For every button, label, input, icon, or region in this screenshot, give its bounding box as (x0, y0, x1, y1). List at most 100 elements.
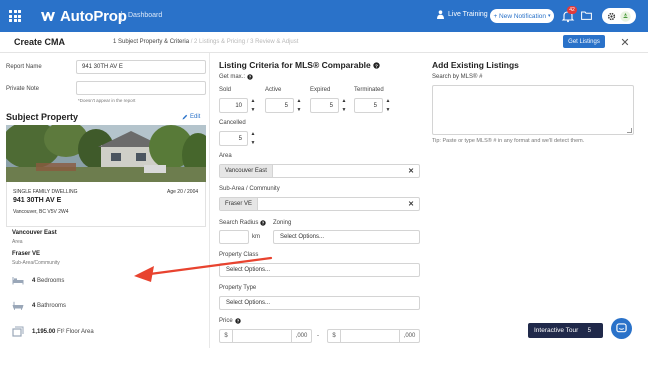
chevron-up-icon[interactable]: ▲ (342, 98, 347, 104)
interactive-tour-label: Interactive Tour (534, 327, 579, 334)
chevron-down-icon[interactable]: ▼ (386, 107, 391, 113)
property-type: SINGLE FAMILY DWELLING (13, 189, 78, 195)
new-notification-button[interactable]: + New Notification ▾ (490, 9, 554, 23)
terminated-stepper[interactable]: 5 (354, 98, 383, 113)
logo-mark-icon (41, 12, 55, 21)
property-class-select[interactable]: Select Options... (219, 263, 420, 277)
chevron-up-icon[interactable]: ▲ (251, 131, 256, 137)
step-subject-property[interactable]: 1 Subject Property & Criteria (113, 39, 189, 45)
expired-stepper[interactable]: 5 (310, 98, 339, 113)
help-icon[interactable]: ? (260, 220, 267, 226)
chevron-up-icon[interactable]: ▲ (297, 98, 302, 104)
price-max-input[interactable]: $ ,000 (327, 329, 420, 343)
subarea-value: Fraser VE (12, 251, 41, 257)
price-min-suffix: ,000 (291, 330, 311, 342)
price-min-input[interactable]: $ ,000 (219, 329, 312, 343)
clear-icon[interactable]: ✕ (408, 167, 414, 175)
property-address: 941 30TH AV E (13, 197, 62, 204)
floor-area-icon (12, 326, 24, 337)
help-icon[interactable]: ? (247, 74, 253, 80)
private-note-help: *Doesn't appear in the report (78, 98, 136, 103)
report-name-input[interactable]: 941 30TH AV E (76, 60, 206, 74)
chat-launcher[interactable] (611, 318, 632, 339)
zoning-label: Zoning (273, 220, 292, 226)
report-name-label: Report Name (6, 64, 42, 70)
interactive-tour-button[interactable]: Interactive Tour 5 (528, 323, 603, 338)
resize-handle-icon[interactable] (627, 128, 632, 133)
help-icon[interactable]: ? (373, 61, 380, 69)
private-note-label: Private Note (6, 86, 40, 92)
area-value: Vancouver East (12, 230, 57, 236)
chevron-down-icon[interactable]: ▼ (251, 140, 256, 146)
presenter-icon (437, 10, 444, 19)
folder-icon[interactable] (581, 11, 592, 20)
step-review-adjust[interactable]: / 3 Review & Adjust (245, 39, 299, 45)
chevron-down-icon[interactable]: ▼ (297, 107, 302, 113)
floor-area-value: 1,195.00 (32, 328, 56, 335)
autoprop-logo[interactable]: AutoProp (40, 8, 127, 25)
subarea-filter-select[interactable]: Fraser VE ✕ (219, 197, 420, 211)
criteria-heading-text: Listing Criteria for MLS® Comparable (219, 60, 371, 70)
area-tag[interactable]: Vancouver East (220, 165, 273, 177)
settings-profile-pill[interactable] (602, 8, 636, 24)
get-listings-button[interactable]: Get Listings (563, 35, 605, 48)
zoning-select[interactable]: Select Options... (273, 230, 420, 244)
wizard-steps: 1 Subject Property & Criteria / 2 Listin… (113, 39, 298, 45)
property-city: Vancouver, BC V5V 2W4 (13, 209, 69, 215)
new-notification-label: + New Notification (493, 12, 547, 20)
criteria-heading: Listing Criteria for MLS® Comparable ? (219, 60, 380, 70)
chevron-up-icon[interactable]: ▲ (386, 98, 391, 104)
private-note-input[interactable] (76, 81, 206, 95)
terminated-label: Terminated (354, 87, 384, 93)
area-label: Area (12, 239, 23, 245)
sold-stepper[interactable]: 10 (219, 98, 248, 113)
existing-listings-heading: Add Existing Listings (432, 60, 519, 70)
subarea-tag[interactable]: Fraser VE (220, 198, 259, 210)
active-label: Active (265, 87, 282, 93)
radius-label-text: Search Radius (219, 220, 259, 226)
notification-badge: 42 (567, 6, 577, 14)
price-range-separator: - (317, 333, 319, 339)
cma-header: Create CMA 1 Subject Property & Criteria… (0, 32, 648, 53)
chevron-up-icon[interactable]: ▲ (251, 98, 256, 104)
get-max-text: Get max.: (219, 74, 246, 80)
chevron-down-icon[interactable]: ▼ (251, 107, 256, 113)
cancelled-stepper-arrows[interactable]: ▲ ▼ (250, 131, 256, 146)
close-icon[interactable]: ✕ (619, 35, 631, 49)
expired-stepper-arrows[interactable]: ▲ ▼ (341, 98, 347, 113)
live-training-link[interactable]: Live Training (436, 10, 488, 19)
property-age: Age 20 / 2004 (167, 189, 199, 195)
area-filter-select[interactable]: Vancouver East ✕ (219, 164, 420, 178)
price-min-currency: $ (220, 330, 233, 342)
chevron-down-icon: ▾ (548, 13, 551, 19)
app-grid-icon[interactable] (9, 10, 21, 22)
step-listings-pricing[interactable]: / 2 Listings & Pricing (189, 39, 245, 45)
cancelled-label: Cancelled (219, 120, 246, 126)
active-stepper-arrows[interactable]: ▲ ▼ (296, 98, 302, 113)
sold-stepper-arrows[interactable]: ▲ ▼ (250, 98, 256, 113)
clear-icon[interactable]: ✕ (408, 200, 414, 208)
price-label-text: Price (219, 318, 233, 324)
subarea-label: Sub-Area/Community (12, 260, 60, 266)
edit-subject-link[interactable]: Edit (182, 114, 200, 120)
cancelled-stepper[interactable]: 5 (219, 131, 248, 146)
pencil-icon (182, 114, 188, 120)
terminated-stepper-arrows[interactable]: ▲ ▼ (385, 98, 391, 113)
gear-icon[interactable] (607, 12, 616, 21)
active-stepper[interactable]: 5 (265, 98, 294, 113)
floor-area-row: 1,195.00 Ft² Floor Area (12, 326, 94, 337)
page-bottom-edge (0, 348, 648, 366)
subarea-filter-label: Sub-Area / Community (219, 186, 280, 192)
radius-input[interactable] (219, 230, 249, 244)
area-filter-label: Area (219, 153, 232, 159)
chevron-down-icon[interactable]: ▼ (342, 107, 347, 113)
mls-search-textarea[interactable] (432, 85, 634, 135)
bathrooms-label: Bathrooms (37, 302, 67, 309)
avatar[interactable] (620, 10, 631, 22)
price-max-suffix: ,000 (399, 330, 419, 342)
floor-area-label: Ft² Floor Area (57, 328, 94, 335)
nav-dashboard-link[interactable]: Dashboard (128, 12, 162, 19)
get-max-label: Get max.: ? (219, 74, 253, 80)
property-type-select[interactable]: Select Options... (219, 296, 420, 310)
help-icon[interactable]: ? (234, 318, 241, 324)
